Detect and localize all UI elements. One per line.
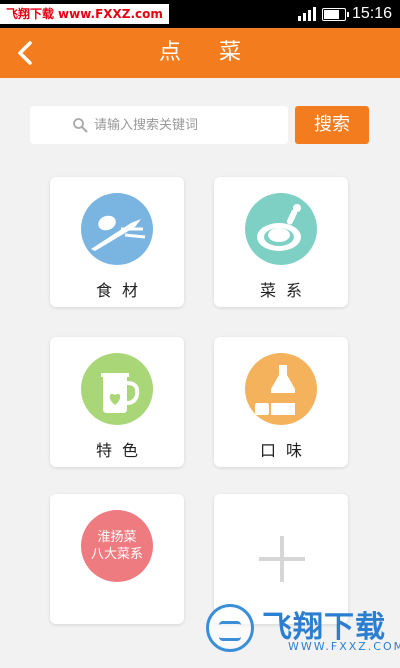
search-box[interactable] [30,106,288,144]
watermark-banner: 飞翔下载 www.FXXZ.com [0,4,169,24]
watermark-logo: 飞翔下载 WWW.FXXZ.COM [202,600,400,660]
category-label: 特色 [95,441,148,460]
category-label: 菜系 [259,281,312,300]
category-ingredients[interactable]: 食材 [50,177,184,307]
battery-icon [321,7,349,21]
ingredients-icon [81,193,153,265]
category-cuisine[interactable]: 菜系 [214,177,348,307]
category-specialty[interactable]: 特色 [50,337,184,467]
title-bar: 点菜 [0,28,400,78]
page-title: 点菜 [158,40,279,65]
clock: 15:16 [351,5,392,22]
watermark-logo-url: WWW.FXXZ.COM [288,640,400,653]
search-input[interactable] [92,116,246,134]
huaiyang-badge-text: 淮扬菜 八大菜系 [81,529,153,563]
category-label: 食材 [95,281,148,300]
logo-ring-icon [206,604,254,652]
watermark-url: www.FXXZ.com [58,7,163,21]
badge-line-1: 淮扬菜 [97,530,137,545]
status-bar: 飞翔下载 www.FXXZ.com 15:16 [0,0,400,28]
taste-icon [245,353,317,425]
category-huaiyang[interactable]: 淮扬菜 八大菜系 [50,494,184,624]
watermark-brand: 飞翔下载 [6,7,55,21]
category-label: 口味 [259,441,312,460]
huaiyang-badge: 淮扬菜 八大菜系 [81,510,153,582]
cuisine-icon [245,193,317,265]
category-taste[interactable]: 口味 [214,337,348,467]
signal-icon [297,7,316,21]
specialty-icon [81,353,153,425]
plus-icon [259,536,305,582]
search-icon [73,118,88,133]
badge-line-2: 八大菜系 [90,547,143,562]
search-button[interactable]: 搜索 [295,106,369,144]
